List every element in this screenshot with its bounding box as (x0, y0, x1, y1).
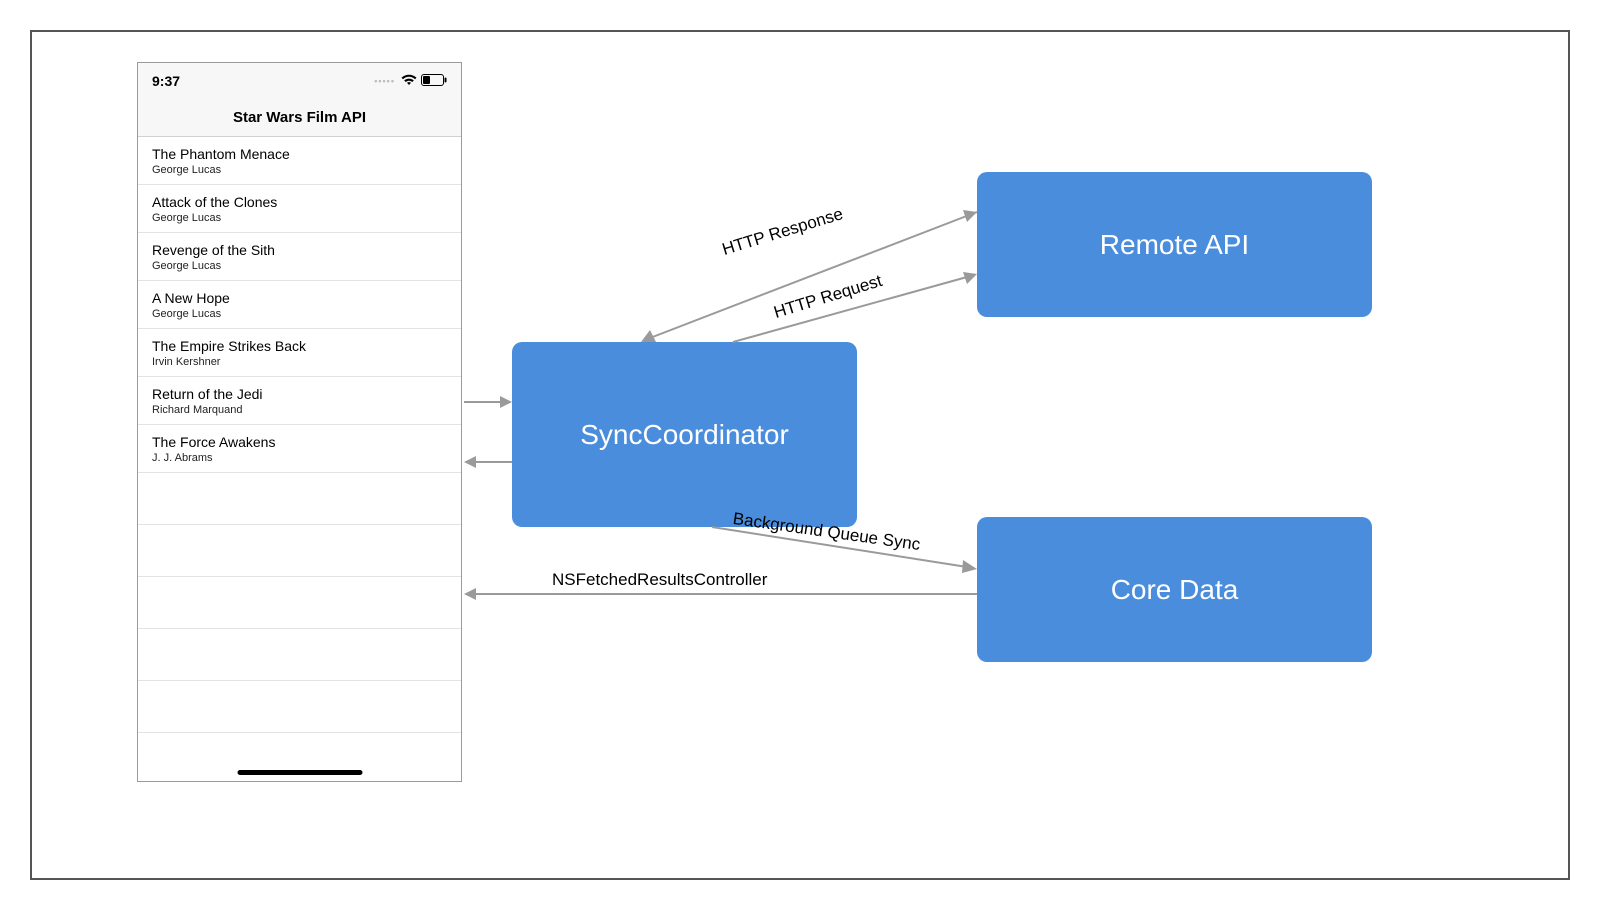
list-item[interactable]: The Empire Strikes Back Irvin Kershner (138, 329, 461, 377)
film-list: The Phantom Menace George Lucas Attack o… (138, 137, 461, 733)
battery-icon (421, 73, 447, 89)
cellular-dots-icon: ••••• (374, 76, 395, 86)
wifi-icon (401, 73, 417, 89)
status-bar: 9:37 ••••• (138, 63, 461, 98)
arrow-phone-to-sync (464, 396, 512, 408)
label-http-response: HTTP Response (720, 204, 846, 260)
film-title: Revenge of the Sith (152, 241, 447, 259)
film-title: The Empire Strikes Back (152, 337, 447, 355)
list-item[interactable]: Revenge of the Sith George Lucas (138, 233, 461, 281)
list-item-empty (138, 629, 461, 681)
list-item[interactable]: A New Hope George Lucas (138, 281, 461, 329)
list-item-empty (138, 525, 461, 577)
film-title: Attack of the Clones (152, 193, 447, 211)
film-director: George Lucas (152, 259, 447, 273)
list-item[interactable]: Attack of the Clones George Lucas (138, 185, 461, 233)
film-title: Return of the Jedi (152, 385, 447, 403)
film-director: George Lucas (152, 211, 447, 225)
diagram-frame: 9:37 ••••• Star Wars Film API The Phanto… (30, 30, 1570, 880)
core-data-box: Core Data (977, 517, 1372, 662)
phone-mockup: 9:37 ••••• Star Wars Film API The Phanto… (137, 62, 462, 782)
status-time: 9:37 (152, 73, 180, 89)
list-item-empty (138, 473, 461, 525)
arrow-sync-to-phone (464, 456, 512, 468)
label-nsfrc: NSFetchedResultsController (552, 570, 767, 590)
nav-title: Star Wars Film API (138, 98, 461, 137)
list-item-empty (138, 681, 461, 733)
film-director: George Lucas (152, 163, 447, 177)
film-title: The Phantom Menace (152, 145, 447, 163)
label-http-request: HTTP Request (772, 271, 885, 323)
list-item-empty (138, 577, 461, 629)
sync-coordinator-box: SyncCoordinator (512, 342, 857, 527)
film-title: The Force Awakens (152, 433, 447, 451)
film-director: J. J. Abrams (152, 451, 447, 465)
film-director: Irvin Kershner (152, 355, 447, 369)
list-item[interactable]: The Phantom Menace George Lucas (138, 137, 461, 185)
status-right: ••••• (374, 73, 447, 89)
list-item[interactable]: The Force Awakens J. J. Abrams (138, 425, 461, 473)
list-item[interactable]: Return of the Jedi Richard Marquand (138, 377, 461, 425)
film-director: Richard Marquand (152, 403, 447, 417)
film-title: A New Hope (152, 289, 447, 307)
home-indicator-icon (237, 770, 362, 775)
remote-api-box: Remote API (977, 172, 1372, 317)
film-director: George Lucas (152, 307, 447, 321)
